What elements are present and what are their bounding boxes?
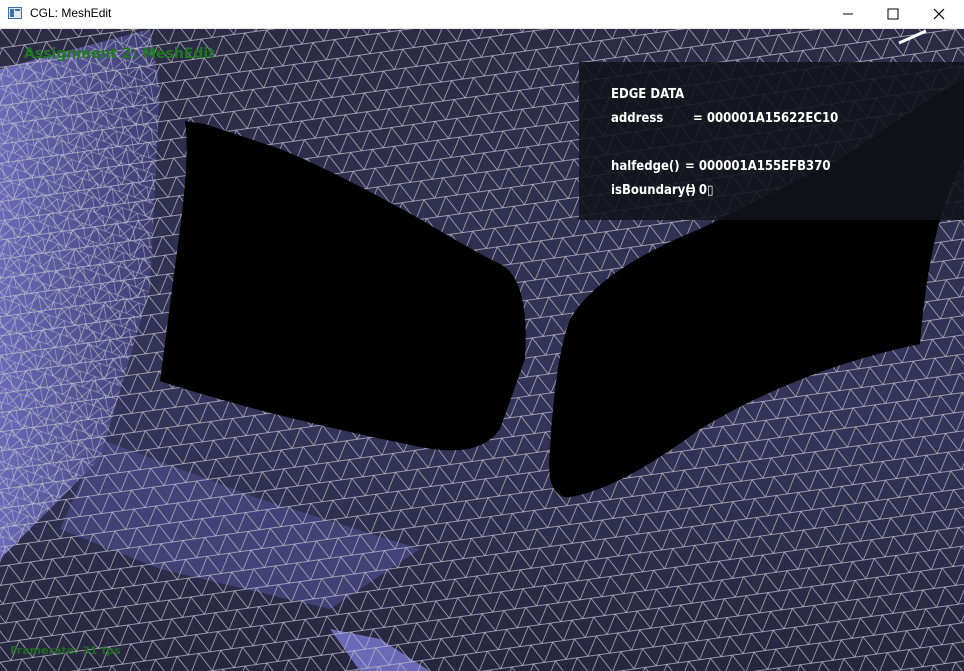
hud-title: Assignment 2: MeshEdit	[24, 46, 215, 62]
minimize-button[interactable]	[825, 0, 871, 28]
halfedge-value: = 000001A155EFB370	[685, 159, 831, 174]
close-icon	[933, 8, 945, 20]
window-title: CGL: MeshEdit	[30, 6, 112, 20]
mesh-viewport[interactable]: Assignment 2: MeshEdit Framerate: 31 fps…	[0, 29, 964, 671]
edge-data-heading: EDGE DATA	[611, 87, 685, 102]
framerate-readout: Framerate: 31 fps	[10, 644, 121, 657]
halfedge-label: halfedge()	[611, 159, 680, 174]
maximize-button[interactable]	[870, 0, 916, 28]
address-value: = 000001A15622EC10	[693, 111, 839, 126]
app-window-icon	[8, 7, 22, 19]
edge-data-panel: EDGE DATA address = 000001A15622EC10 hal…	[579, 62, 964, 220]
selected-edge-highlight	[898, 29, 927, 45]
is-boundary-label: isBoundary()	[611, 183, 696, 198]
address-label: address	[611, 111, 664, 126]
minimize-icon	[843, 13, 853, 15]
is-boundary-value: = 0▯	[685, 183, 714, 198]
maximize-icon	[887, 8, 899, 20]
title-bar[interactable]: CGL: MeshEdit	[0, 0, 964, 29]
close-button[interactable]	[916, 0, 962, 28]
